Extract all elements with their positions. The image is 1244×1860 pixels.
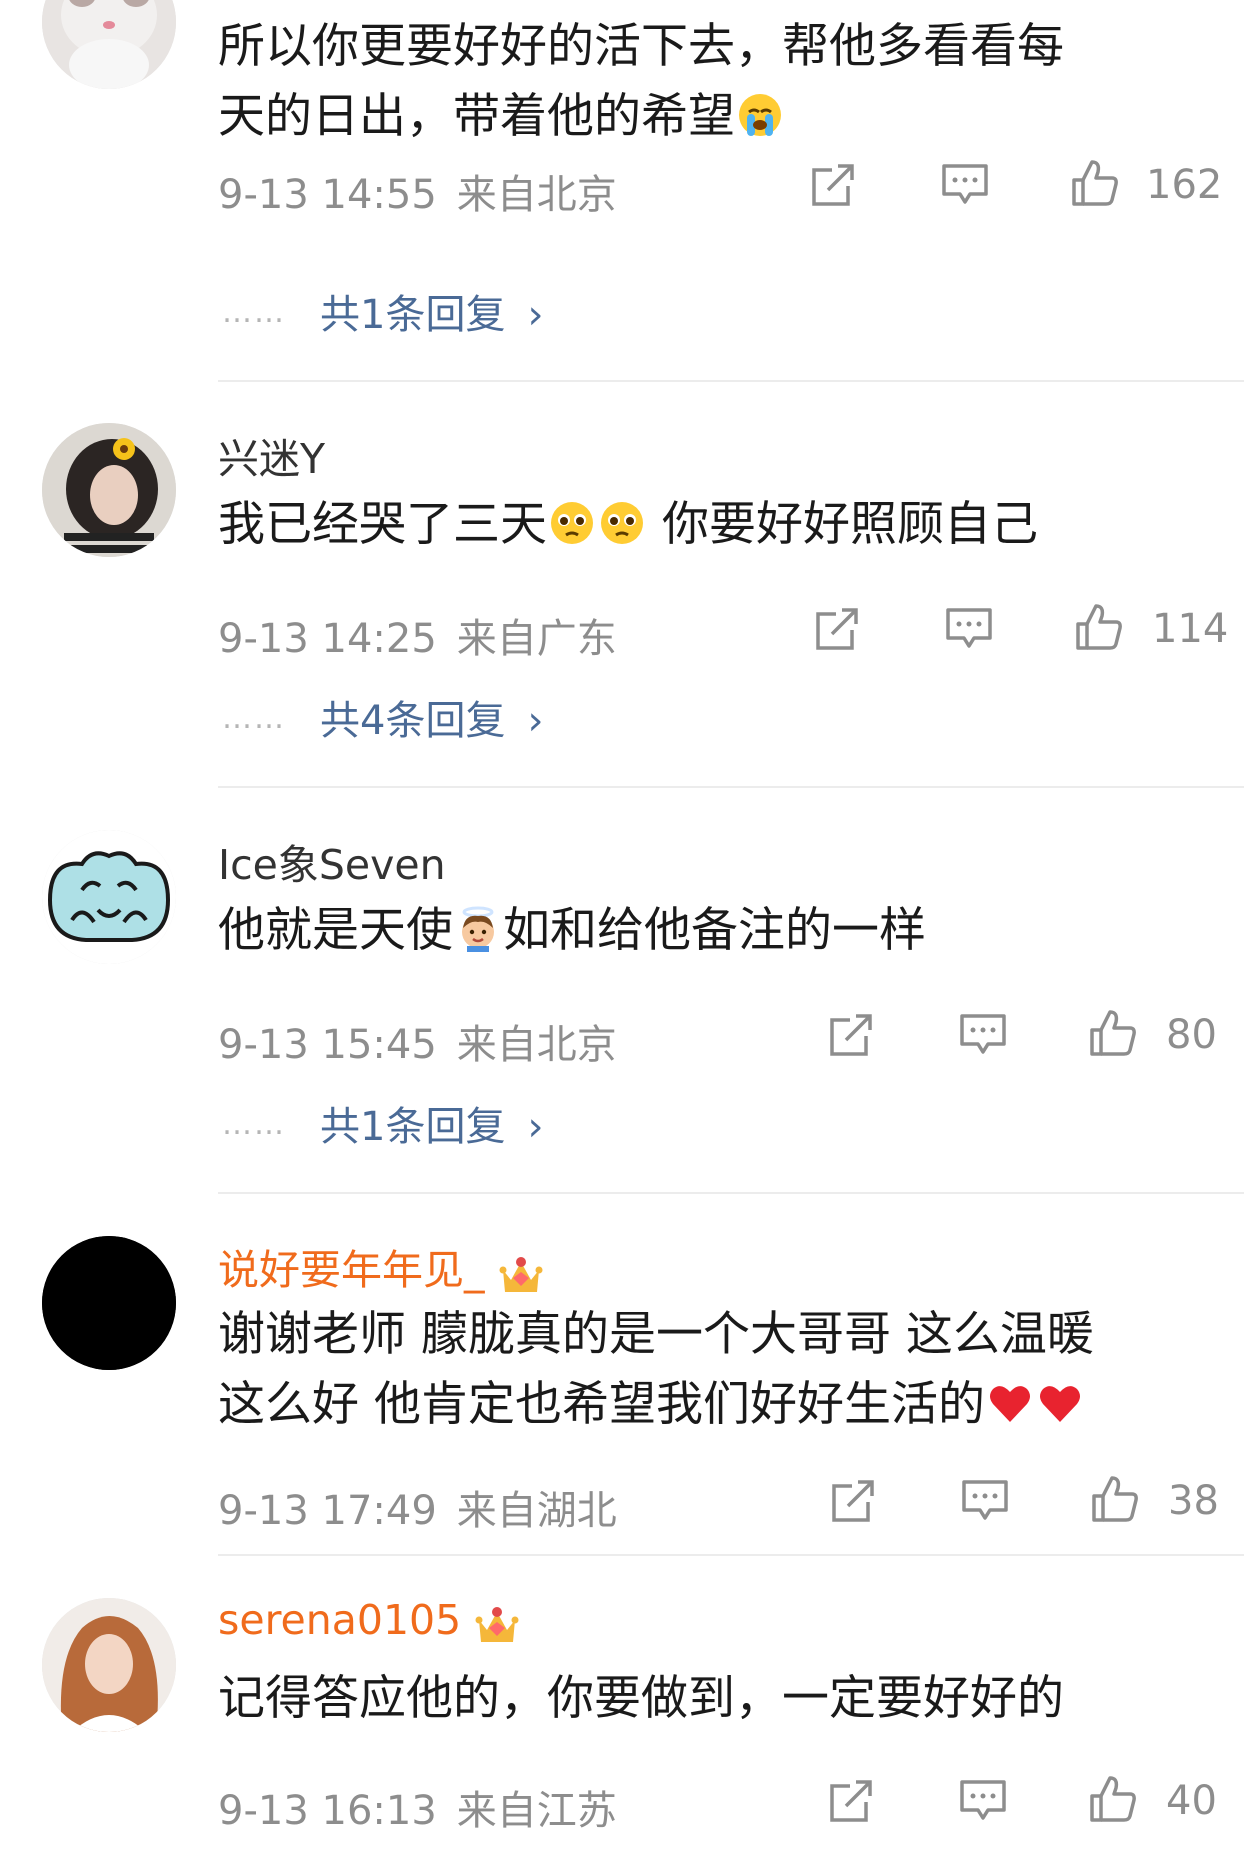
thumbs-up-icon[interactable] <box>1088 1008 1138 1058</box>
divider <box>218 1554 1244 1556</box>
like-count: 162 <box>1146 162 1223 208</box>
like-count: 114 <box>1152 606 1229 652</box>
crown-badge-icon <box>475 1607 519 1642</box>
comment-time: 9-13 17:49 <box>218 1488 437 1534</box>
comment-text-segment: 天的日出，带着他的希望 <box>218 89 735 144</box>
comment-text: 他就是天使 如和给他备注的一样 <box>218 896 1218 966</box>
comment-time: 9-13 14:25 <box>218 616 437 662</box>
avatar[interactable] <box>42 423 176 557</box>
cartoon-avatar-image <box>42 830 176 964</box>
comment-location: 来自北京 <box>456 1022 617 1068</box>
comment-text-line: 这么好 他肯定也希望我们好好生活的 <box>218 1370 1218 1440</box>
chevron-right-icon: › <box>527 1104 544 1150</box>
comment-location: 来自北京 <box>456 172 617 218</box>
comment-text-line: 记得答应他的，你要做到，一定要好好的 <box>218 1671 1064 1726</box>
share-icon[interactable] <box>826 1010 876 1060</box>
share-icon[interactable] <box>812 604 862 654</box>
comment-text-segment: 他就是天使 <box>218 903 453 958</box>
thumbs-up-icon[interactable] <box>1088 1774 1138 1824</box>
thumbs-up-icon[interactable] <box>1074 602 1124 652</box>
comment-location: 来自广东 <box>456 616 617 662</box>
girl-sunflower-avatar-image <box>42 423 176 557</box>
username-text: serena0105 <box>218 1596 462 1644</box>
comment-time: 9-13 16:13 <box>218 1788 437 1834</box>
comment-icon[interactable] <box>958 1776 1008 1826</box>
comment-icon[interactable] <box>960 1476 1010 1526</box>
replies-count: 共1条回复 <box>320 1104 506 1150</box>
comment-text: 所以你更要好好的活下去，帮他多看看每 天的日出，带着他的希望 <box>218 12 1218 152</box>
comment-text: 我已经哭了三天 你要好好照顾自己 <box>218 490 1218 560</box>
pleading-face-emoji <box>551 502 593 544</box>
comment-text: 记得答应他的，你要做到，一定要好好的 <box>218 1664 1218 1734</box>
comment-time: 9-13 15:45 <box>218 1022 437 1068</box>
avatar[interactable] <box>42 0 176 89</box>
divider <box>218 1192 1244 1194</box>
black-avatar-image <box>42 1236 176 1370</box>
woman-avatar-image <box>42 1598 176 1732</box>
comment-icon[interactable] <box>958 1010 1008 1060</box>
avatar[interactable] <box>42 830 176 964</box>
like-count: 38 <box>1168 1478 1219 1524</box>
comment-location: 来自江苏 <box>456 1788 617 1834</box>
like-count: 40 <box>1166 1778 1217 1824</box>
avatar[interactable] <box>42 1598 176 1732</box>
comment-meta: 9-13 14:55 来自北京 <box>218 162 617 220</box>
comment-text-segment: 你要好好照顾自己 <box>647 497 1038 552</box>
avatar[interactable] <box>42 1236 176 1370</box>
pleading-face-emoji <box>601 502 643 544</box>
share-icon[interactable] <box>828 1476 878 1526</box>
view-replies-link[interactable]: …… 共4条回复 › <box>222 688 543 746</box>
comment-text-segment: 我已经哭了三天 <box>218 497 547 552</box>
comment-meta: 9-13 16:13 来自江苏 <box>218 1778 617 1836</box>
dots-separator: …… <box>222 295 286 330</box>
view-replies-link[interactable]: …… 共1条回复 › <box>222 282 543 340</box>
replies-count: 共4条回复 <box>320 698 506 744</box>
angel-emoji <box>462 906 494 952</box>
comment-meta: 9-13 14:25 来自广东 <box>218 606 617 664</box>
comment-meta: 9-13 15:45 来自北京 <box>218 1012 617 1070</box>
username[interactable]: serena0105 <box>218 1596 521 1646</box>
username[interactable]: 兴迷Y <box>218 425 325 485</box>
dots-separator: …… <box>222 1107 286 1142</box>
username[interactable]: 说好要年年见_ <box>218 1236 545 1296</box>
view-replies-link[interactable]: …… 共1条回复 › <box>222 1094 543 1152</box>
comment-text-line: 所以你更要好好的活下去，帮他多看看每 <box>218 19 1064 74</box>
crown-badge-icon <box>499 1257 542 1292</box>
share-icon[interactable] <box>826 1776 876 1826</box>
red-heart-emoji <box>1039 1386 1080 1422</box>
comment-location: 来自湖北 <box>456 1488 617 1534</box>
chevron-right-icon: › <box>527 698 544 744</box>
share-icon[interactable] <box>808 160 858 210</box>
crying-face-emoji <box>739 94 781 136</box>
dots-separator: …… <box>222 701 286 736</box>
like-count: 80 <box>1166 1012 1217 1058</box>
comment-text: 谢谢老师 朦胧真的是一个大哥哥 这么温暖 这么好 他肯定也希望我们好好生活的 <box>218 1300 1218 1440</box>
comment-icon[interactable] <box>944 604 994 654</box>
comment-text-segment: 这么好 他肯定也希望我们好好生活的 <box>218 1377 985 1432</box>
username-text: 说好要年年见_ <box>218 1246 485 1294</box>
comment-text-segment: 如和给他备注的一样 <box>503 903 926 958</box>
thumbs-up-icon[interactable] <box>1090 1474 1140 1524</box>
divider <box>218 786 1244 788</box>
comment-meta: 9-13 17:49 来自湖北 <box>218 1478 617 1536</box>
comment-time: 9-13 14:55 <box>218 172 437 218</box>
username[interactable]: Ice象Seven <box>218 831 446 891</box>
comment-icon[interactable] <box>940 160 990 210</box>
thumbs-up-icon[interactable] <box>1070 158 1120 208</box>
red-heart-emoji <box>989 1386 1030 1422</box>
chevron-right-icon: › <box>527 292 544 338</box>
comment-text-line: 天的日出，带着他的希望 <box>218 82 1218 152</box>
comment-text-line: 谢谢老师 朦胧真的是一个大哥哥 这么温暖 <box>218 1307 1094 1362</box>
divider <box>218 380 1244 382</box>
replies-count: 共1条回复 <box>320 292 506 338</box>
cat-avatar-image <box>42 0 176 89</box>
